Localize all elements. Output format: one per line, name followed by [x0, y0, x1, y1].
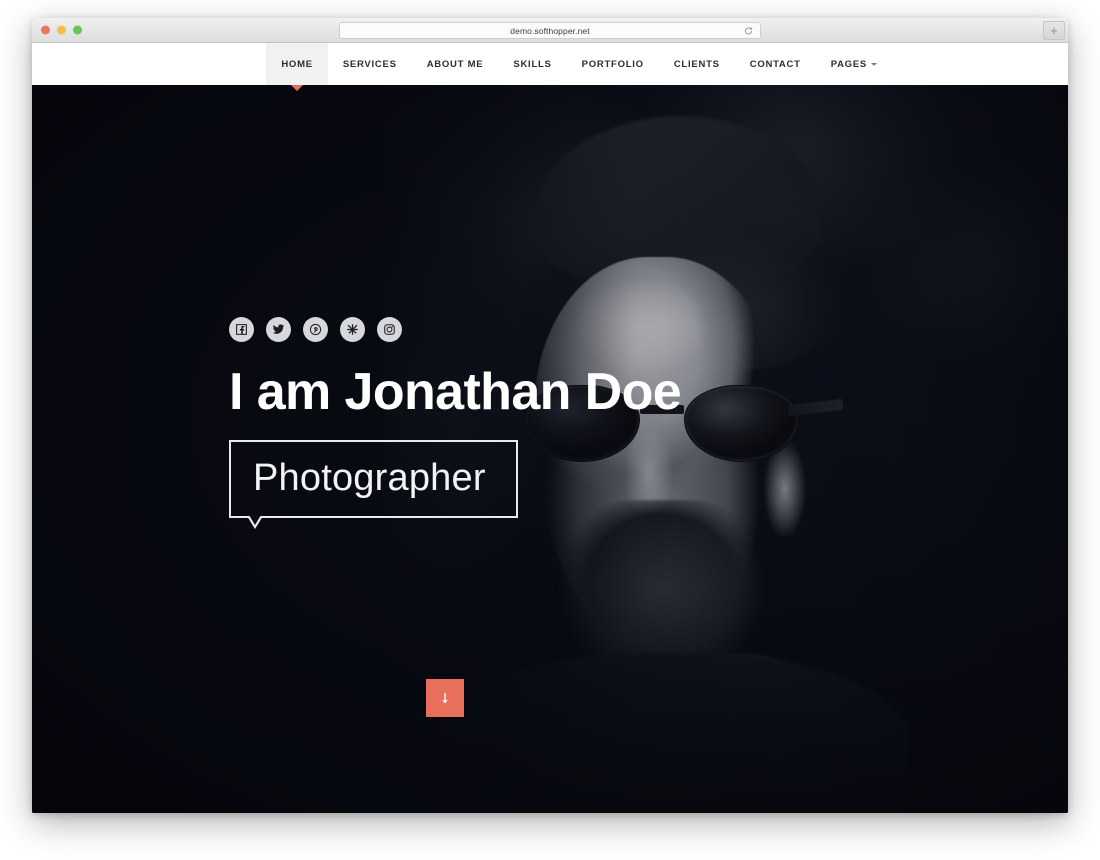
webpage: HOME SERVICES ABOUT ME SKILLS PORTFOLIO … — [32, 43, 1068, 813]
reload-icon[interactable] — [744, 26, 753, 35]
nav-item-about-me[interactable]: ABOUT ME — [412, 43, 499, 85]
nav-item-pages[interactable]: PAGES — [816, 43, 892, 85]
nav-item-clients[interactable]: CLIENTS — [659, 43, 735, 85]
hero-title: I am Jonathan Doe — [229, 363, 682, 421]
arrow-down-icon — [438, 691, 452, 705]
nav-item-skills[interactable]: SKILLS — [498, 43, 566, 85]
nav-item-pages-label: PAGES — [830, 58, 867, 70]
minimize-window-button[interactable] — [57, 25, 66, 35]
close-window-button[interactable] — [41, 25, 50, 35]
instagram-icon — [383, 323, 396, 336]
zoom-window-button[interactable] — [73, 25, 82, 35]
nav-item-home[interactable]: HOME — [266, 43, 328, 85]
window-controls — [41, 25, 82, 35]
hero-role-text: Photographer — [253, 457, 486, 499]
nav-item-services[interactable]: SERVICES — [328, 43, 412, 85]
social-link-twitter[interactable] — [266, 317, 291, 342]
url-text: demo.softhopper.net — [510, 25, 590, 36]
site-header: HOME SERVICES ABOUT ME SKILLS PORTFOLIO … — [32, 43, 1068, 85]
hero-content: I am Jonathan Doe Photographer — [229, 317, 682, 717]
scroll-down-button[interactable] — [426, 679, 464, 717]
new-tab-button[interactable]: + — [1043, 21, 1065, 40]
social-link-pinterest[interactable] — [303, 317, 328, 342]
social-link-facebook[interactable] — [229, 317, 254, 342]
social-links — [229, 317, 681, 342]
browser-toolbar: demo.softhopper.net + — [32, 18, 1068, 43]
social-link-dribbble[interactable] — [340, 317, 365, 342]
hero-role-box: Photographer — [229, 440, 518, 529]
facebook-icon — [235, 323, 248, 336]
nav-item-portfolio[interactable]: PORTFOLIO — [567, 43, 659, 85]
hero-section: I am Jonathan Doe Photographer — [32, 85, 1068, 813]
twitter-icon — [272, 323, 285, 336]
nav-item-contact[interactable]: CONTACT — [735, 43, 816, 85]
pinterest-icon — [309, 323, 322, 336]
asterisk-icon — [346, 323, 359, 336]
social-link-instagram[interactable] — [377, 317, 402, 342]
browser-window: demo.softhopper.net + HOME SERVICES ABOU… — [32, 18, 1068, 813]
chevron-down-icon — [871, 62, 877, 66]
address-bar[interactable]: demo.softhopper.net — [339, 22, 761, 39]
main-navigation: HOME SERVICES ABOUT ME SKILLS PORTFOLIO … — [266, 43, 892, 85]
